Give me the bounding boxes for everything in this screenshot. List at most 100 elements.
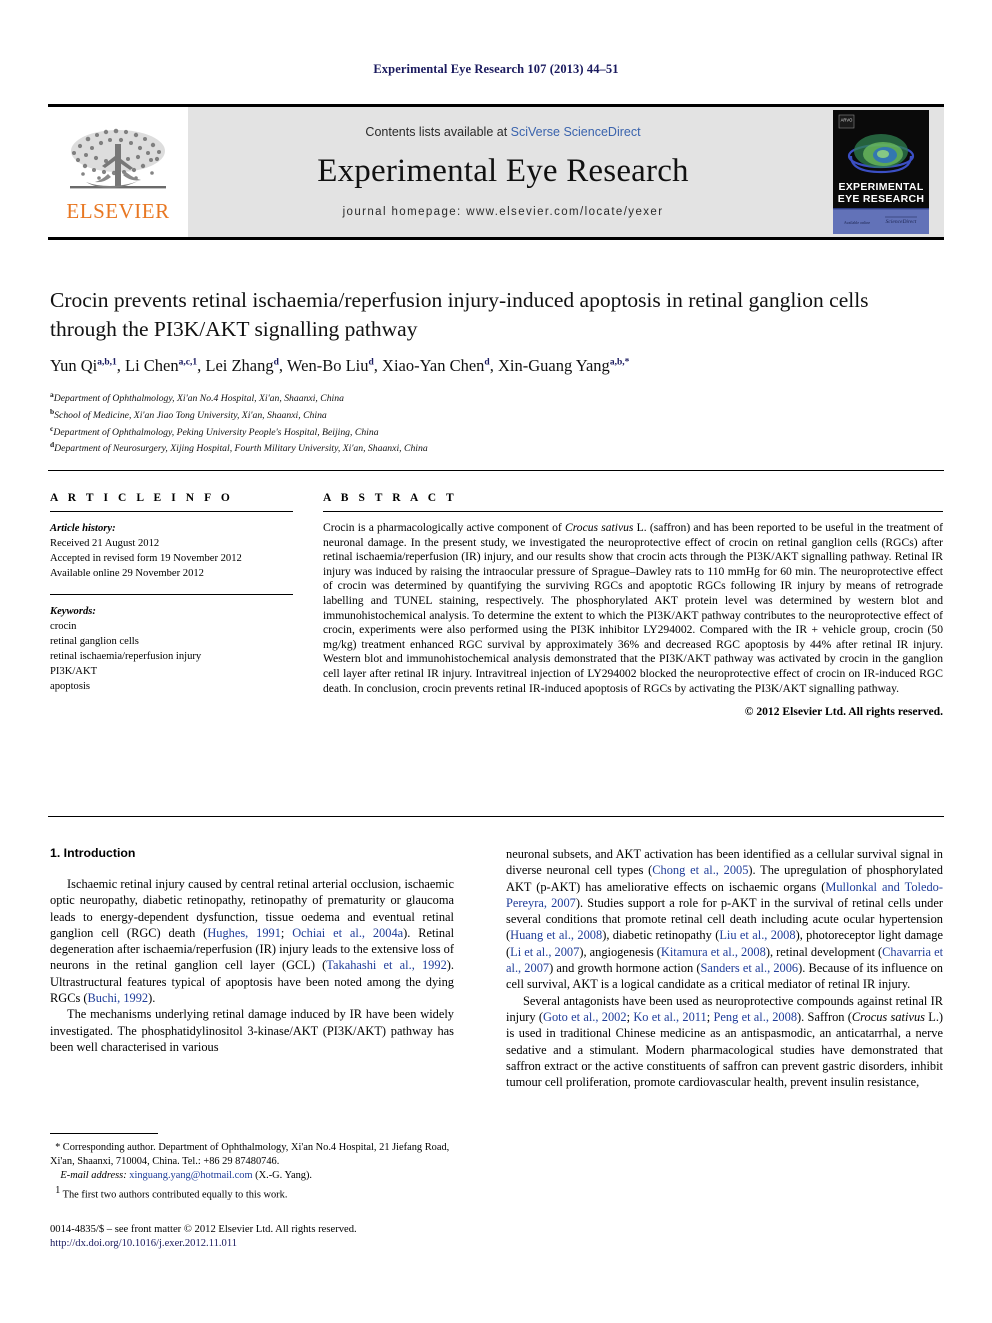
contents-available-line: Contents lists available at SciVerse Sci…	[365, 125, 640, 139]
article-info-heading: A R T I C L E I N F O	[50, 492, 234, 504]
cover-title-line1: EXPERIMENTAL	[838, 181, 923, 193]
author-item[interactable]: Yun Qia,b,1	[50, 356, 117, 375]
keyword-item: apoptosis	[50, 681, 91, 692]
affiliation-text: Department of Ophthalmology, Xi'an No.4 …	[53, 393, 344, 405]
author-name: Yun Qi	[50, 356, 98, 375]
footnote-corresponding-text: Corresponding author. Department of Opht…	[50, 1142, 450, 1168]
introduction-heading: 1. Introduction	[50, 846, 136, 860]
citation-goto-2002[interactable]: Goto et al., 2002	[543, 1010, 627, 1024]
intro-text: ), angiogenesis (	[579, 944, 661, 959]
author-item[interactable]: Xin-Guang Yanga,b,*	[498, 356, 629, 375]
email-owner: (X.-G. Yang).	[252, 1170, 313, 1182]
running-head: Experimental Eye Research 107 (2013) 44–…	[373, 62, 619, 76]
intro-paragraph-2: The mechanisms underlying retinal damage…	[50, 1007, 454, 1054]
author-name: Xin-Guang Yang	[497, 356, 610, 375]
author-affil-mark: d	[273, 357, 279, 368]
citation-chong-2005[interactable]: Chong et al., 2005	[652, 863, 748, 877]
article-info-rule	[50, 511, 293, 512]
keyword-item: crocin	[50, 621, 77, 632]
affiliation-list: aDepartment of Ophthalmology, Xi'an No.4…	[50, 389, 940, 456]
doi-link[interactable]: http://dx.doi.org/10.1016/j.exer.2012.11…	[50, 1237, 550, 1251]
introduction-column-right: neuronal subsets, and AKT activation has…	[506, 846, 943, 1090]
intro-paragraph-3: neuronal subsets, and AKT activation has…	[506, 846, 943, 993]
sciencedirect-link[interactable]: SciVerse ScienceDirect	[511, 125, 641, 139]
issn-front-matter: 0014-4835/$ – see front matter © 2012 El…	[50, 1224, 357, 1235]
footnote-equal-text: The first two authors contributed equall…	[60, 1189, 288, 1201]
journal-homepage-link[interactable]: journal homepage: www.elsevier.com/locat…	[343, 206, 664, 218]
author-name: Lei Zhang	[205, 356, 274, 375]
footnote-corresponding-author: * Corresponding author. Department of Op…	[50, 1141, 454, 1169]
article-title: Crocin prevents retinal ischaemia/reperf…	[50, 288, 869, 341]
journal-cover-thumbnail[interactable]: ARVO EXPERIMENTAL EYE RESEARCH Available…	[818, 107, 944, 237]
intro-text: ), retinal development (	[765, 944, 883, 959]
abstract-text-b: L. (saffron) and has been reported to be…	[323, 521, 944, 695]
intro-text: ).	[148, 991, 156, 1006]
elsevier-logo: ELSEVIER	[48, 107, 188, 237]
footnote-rule	[50, 1133, 158, 1134]
footnote-equal-contribution: 1 The first two authors contributed equa…	[50, 1184, 454, 1203]
abstract-text-a: Crocin is a pharmacologically active com…	[323, 521, 565, 534]
citation-huang-2008[interactable]: Huang et al., 2008	[510, 928, 602, 942]
citation-kitamura-2008[interactable]: Kitamura et al., 2008	[661, 945, 766, 959]
intro-text: ). Saffron (	[797, 1009, 852, 1024]
abstract-species-name: Crocus sativus	[564, 521, 634, 534]
affiliation-item: bSchool of Medicine, Xi'an Jiao Tong Uni…	[50, 406, 940, 423]
citation-takahashi-1992[interactable]: Takahashi et al., 1992	[326, 958, 446, 972]
affiliation-text: School of Medicine, Xi'an Jiao Tong Univ…	[54, 410, 327, 422]
keywords-label: Keywords:	[50, 606, 96, 617]
author-affil-mark: d	[484, 357, 490, 368]
abstract-copyright: © 2012 Elsevier Ltd. All rights reserved…	[744, 705, 943, 719]
journal-masthead: ELSEVIER Contents lists available at Sci…	[48, 104, 944, 240]
article-history-received: Received 21 August 2012	[50, 538, 160, 549]
citation-buchi-1992[interactable]: Buchi, 1992	[88, 991, 149, 1005]
intro-text: ) and growth hormone action (	[549, 961, 701, 976]
abstract-rule	[323, 511, 943, 512]
author-name: Li Chen	[125, 356, 179, 375]
citation-ko-2011[interactable]: Ko et al., 2011	[633, 1010, 706, 1024]
footnote-email: E-mail address: xinguang.yang@hotmail.co…	[50, 1169, 454, 1183]
info-section-bottom-rule	[48, 816, 944, 817]
author-affil-mark: a,b,*	[609, 357, 630, 368]
abstract-heading: A B S T R A C T	[323, 492, 458, 504]
intro-text: ;	[280, 925, 293, 940]
journal-title: Experimental Eye Research	[317, 152, 689, 189]
svg-text:ScienceDirect: ScienceDirect	[886, 219, 917, 225]
citation-sanders-2006[interactable]: Sanders et al., 2006	[701, 961, 799, 975]
citation-peng-2008[interactable]: Peng et al., 2008	[714, 1010, 798, 1024]
author-item[interactable]: Lei Zhangd	[205, 356, 279, 375]
author-name: Wen-Bo Liu	[286, 356, 369, 375]
journal-article-page: Experimental Eye Research 107 (2013) 44–…	[0, 0, 992, 1323]
citation-liu-2008[interactable]: Liu et al., 2008	[719, 928, 795, 942]
author-affil-mark: d	[368, 357, 374, 368]
abstract-body: Crocin is a pharmacologically active com…	[323, 521, 943, 718]
citation-li-2007[interactable]: Li et al., 2007	[510, 945, 579, 959]
elsevier-tree-icon	[70, 128, 166, 188]
keyword-item: PI3K/AKT	[50, 666, 98, 677]
citation-ochiai-2004a[interactable]: Ochiai et al., 2004a	[292, 926, 403, 940]
intro-text: ;	[706, 1009, 714, 1024]
email-link[interactable]: xinguang.yang@hotmail.com	[129, 1170, 252, 1181]
keyword-item: retinal ischaemia/reperfusion injury	[50, 651, 202, 662]
contents-prefix: Contents lists available at	[365, 124, 511, 139]
affiliation-item: aDepartment of Ophthalmology, Xi'an No.4…	[50, 389, 940, 406]
intro-species-name: Crocus sativus	[851, 1009, 925, 1024]
svg-text:ARVO: ARVO	[841, 118, 854, 123]
author-item[interactable]: Wen-Bo Liud	[287, 356, 374, 375]
author-item[interactable]: Li Chena,c,1	[125, 356, 197, 375]
footnote-block: * Corresponding author. Department of Op…	[50, 1141, 454, 1202]
svg-text:Available online: Available online	[844, 220, 870, 225]
abstract-paragraph: Crocin is a pharmacologically active com…	[323, 521, 943, 696]
author-affil-mark: a,b,1	[97, 357, 117, 368]
info-section-top-rule	[48, 470, 944, 471]
imprint-block: 0014-4835/$ – see front matter © 2012 El…	[50, 1223, 550, 1252]
article-history-label: Article history:	[50, 523, 116, 534]
introduction-column-left: 1. Introduction Ischaemic retinal injury…	[50, 846, 454, 1055]
author-name: Xiao-Yan Chen	[382, 356, 485, 375]
citation-hughes-1991[interactable]: Hughes, 1991	[207, 926, 281, 940]
keywords-rule	[50, 594, 293, 595]
author-item[interactable]: Xiao-Yan Chend	[382, 356, 490, 375]
intro-text: ), diabetic retinopathy (	[602, 928, 720, 943]
intro-paragraph-1: Ischaemic retinal injury caused by centr…	[50, 876, 454, 1006]
keyword-item: retinal ganglion cells	[50, 636, 139, 647]
email-label: E-mail address:	[60, 1170, 127, 1182]
